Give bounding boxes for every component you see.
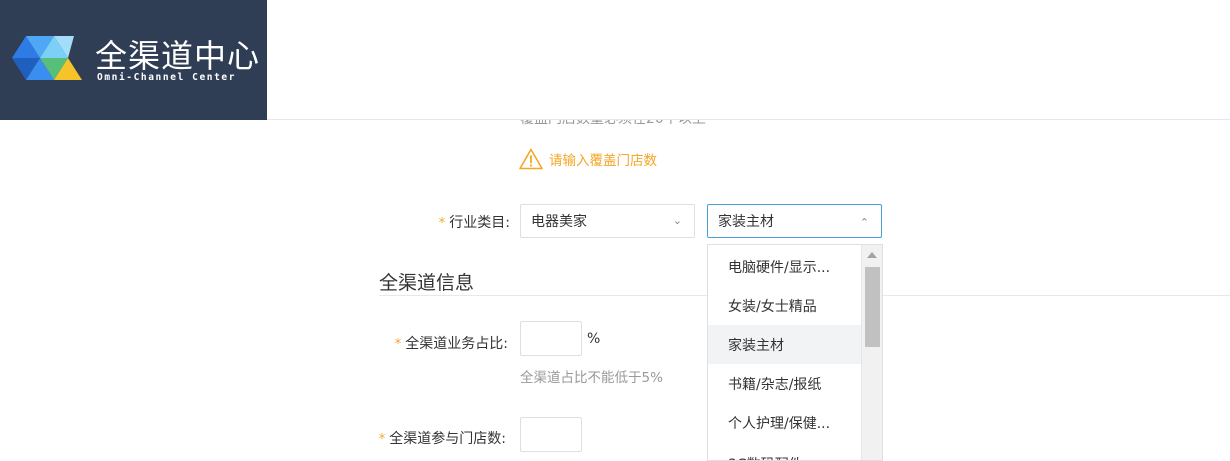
share-label-text: 全渠道业务占比: — [405, 336, 508, 352]
share-label: * 全渠道业务占比: — [378, 333, 508, 353]
section-title: 全渠道信息 — [379, 272, 475, 294]
required-mark: * — [438, 216, 446, 231]
industry-primary-select[interactable]: 电器美家 ⌄ — [520, 204, 695, 238]
industry-primary-value: 电器美家 — [531, 214, 587, 230]
store-count-warning: 请输入覆盖门店数 — [519, 147, 657, 171]
share-hint: 全渠道占比不能低于5% — [520, 370, 663, 386]
top-header: 全渠道中心 Omni-Channel Center — [0, 0, 1230, 120]
stores-input[interactable] — [520, 417, 582, 452]
industry-secondary-value: 家装主材 — [718, 214, 774, 230]
dropdown-option-selected[interactable]: 家装主材 — [708, 325, 862, 364]
industry-label: * 行业类目: — [420, 212, 510, 232]
dropdown-option[interactable]: 3C数码配件 — [708, 444, 862, 461]
warning-icon — [519, 148, 543, 170]
logo-mark-icon — [12, 36, 82, 80]
logo[interactable]: 全渠道中心 Omni-Channel Center — [0, 0, 267, 120]
scroll-thumb[interactable] — [865, 267, 880, 347]
scroll-up-icon[interactable] — [867, 252, 877, 258]
required-mark: * — [394, 337, 402, 352]
chevron-down-icon: ⌄ — [672, 214, 682, 227]
industry-dropdown[interactable]: 电脑硬件/显示... 女装/女士精品 家装主材 书籍/杂志/报纸 个人护理/保健… — [707, 244, 883, 461]
dropdown-option[interactable]: 个人护理/保健... — [708, 403, 862, 442]
dropdown-scrollbar[interactable] — [861, 245, 882, 460]
dropdown-option[interactable]: 书籍/杂志/报纸 — [708, 364, 862, 403]
stores-label-text: 全渠道参与门店数: — [389, 431, 506, 447]
required-mark: * — [378, 432, 386, 447]
chevron-up-icon: ⌃ — [859, 216, 869, 229]
industry-secondary-select[interactable]: 家装主材 ⌃ — [707, 204, 882, 238]
logo-subtitle: Omni-Channel Center — [97, 72, 237, 83]
stores-label: * 全渠道参与门店数: — [378, 428, 506, 451]
page: 全渠道中心 Omni-Channel Center 覆盖门店数量必须在20个以上… — [0, 0, 1230, 461]
industry-label-text: 行业类目: — [449, 215, 510, 231]
logo-title: 全渠道中心 — [95, 37, 261, 75]
warning-text: 请输入覆盖门店数 — [549, 153, 657, 169]
dropdown-option[interactable]: 电脑硬件/显示... — [708, 247, 862, 286]
percent-sign: % — [587, 331, 601, 347]
share-input[interactable] — [520, 321, 582, 356]
dropdown-option[interactable]: 女装/女士精品 — [708, 286, 862, 325]
